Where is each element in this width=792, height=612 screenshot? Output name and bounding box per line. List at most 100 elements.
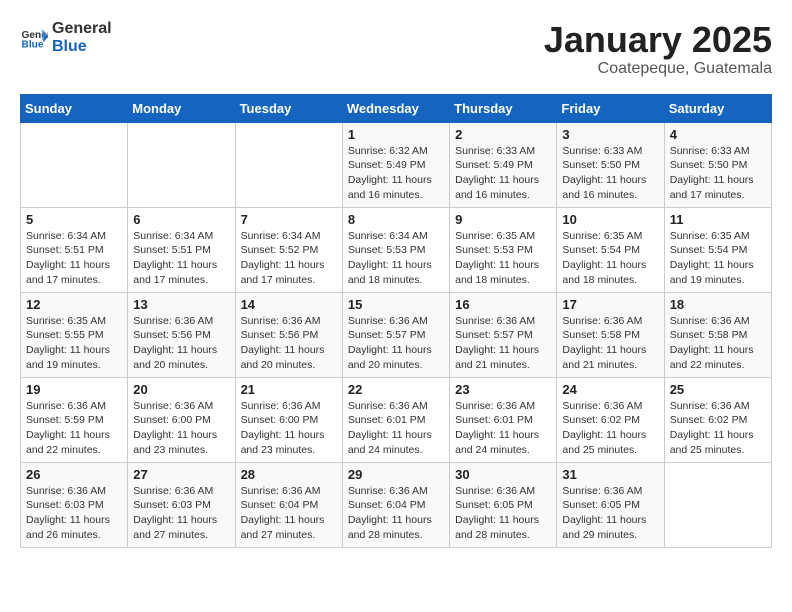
svg-text:Blue: Blue <box>22 39 44 50</box>
calendar-cell: 2 Sunrise: 6:33 AMSunset: 5:49 PMDaylight… <box>450 122 557 207</box>
day-number: 17 <box>562 297 658 312</box>
day-number: 21 <box>241 382 337 397</box>
day-number: 7 <box>241 212 337 227</box>
day-info: Sunrise: 6:34 AMSunset: 5:51 PMDaylight:… <box>26 229 122 288</box>
calendar-cell: 1Sunrise: 6:32 AMSunset: 5:49 PMDaylight… <box>342 122 449 207</box>
calendar-cell: 30 Sunrise: 6:36 AMSunset: 6:05 PMDayligh… <box>450 462 557 547</box>
calendar-title: January 2025 <box>544 20 772 60</box>
calendar-cell: 17 Sunrise: 6:36 AMSunset: 5:58 PMDayligh… <box>557 292 664 377</box>
day-number: 27 <box>133 467 229 482</box>
weekday-header-friday: Friday <box>557 94 664 122</box>
weekday-header-thursday: Thursday <box>450 94 557 122</box>
day-number: 20 <box>133 382 229 397</box>
calendar-cell: 3Sunrise: 6:33 AMSunset: 5:50 PMDaylight… <box>557 122 664 207</box>
calendar-cell: 14Sunrise: 6:36 AMSunset: 5:56 PMDayligh… <box>235 292 342 377</box>
weekday-header-monday: Monday <box>128 94 235 122</box>
weekday-header-wednesday: Wednesday <box>342 94 449 122</box>
logo-blue-text: Blue <box>52 38 112 56</box>
day-number: 8 <box>348 212 444 227</box>
weekday-header-sunday: Sunday <box>21 94 128 122</box>
day-info: Sunrise: 6:35 AMSunset: 5:54 PMDaylight:… <box>562 229 658 288</box>
calendar-cell: 20 Sunrise: 6:36 AMSunset: 6:00 PMDayligh… <box>128 377 235 462</box>
day-info: Sunrise: 6:36 AMSunset: 6:04 PMDaylight:… <box>348 484 444 543</box>
day-info: Sunrise: 6:35 AMSunset: 5:53 PMDaylight:… <box>455 229 551 288</box>
calendar-cell <box>235 122 342 207</box>
calendar-cell: 22Sunrise: 6:36 AMSunset: 6:01 PMDayligh… <box>342 377 449 462</box>
day-number: 29 <box>348 467 444 482</box>
calendar-cell: 5 Sunrise: 6:34 AMSunset: 5:51 PMDaylight… <box>21 207 128 292</box>
day-number: 23 <box>455 382 551 397</box>
day-info: Sunrise: 6:36 AMSunset: 6:03 PMDaylight:… <box>133 484 229 543</box>
day-info: Sunrise: 6:36 AMSunset: 5:56 PMDaylight:… <box>133 314 229 373</box>
day-info: Sunrise: 6:36 AMSunset: 6:04 PMDaylight:… <box>241 484 337 543</box>
day-number: 5 <box>26 212 122 227</box>
day-number: 13 <box>133 297 229 312</box>
day-info: Sunrise: 6:33 AMSunset: 5:49 PMDaylight:… <box>455 144 551 203</box>
day-info: Sunrise: 6:34 AMSunset: 5:53 PMDaylight:… <box>348 229 444 288</box>
day-info: Sunrise: 6:33 AMSunset: 5:50 PMDaylight:… <box>670 144 766 203</box>
day-info: Sunrise: 6:34 AMSunset: 5:52 PMDaylight:… <box>241 229 337 288</box>
calendar-cell <box>128 122 235 207</box>
day-info: Sunrise: 6:36 AMSunset: 5:59 PMDaylight:… <box>26 399 122 458</box>
day-number: 11 <box>670 212 766 227</box>
day-info: Sunrise: 6:36 AMSunset: 6:02 PMDaylight:… <box>562 399 658 458</box>
day-info: Sunrise: 6:36 AMSunset: 5:57 PMDaylight:… <box>348 314 444 373</box>
day-number: 28 <box>241 467 337 482</box>
day-number: 4 <box>670 127 766 142</box>
day-info: Sunrise: 6:36 AMSunset: 6:05 PMDaylight:… <box>455 484 551 543</box>
day-number: 31 <box>562 467 658 482</box>
calendar-week-row: 12 Sunrise: 6:35 AMSunset: 5:55 PMDayligh… <box>21 292 772 377</box>
day-number: 3 <box>562 127 658 142</box>
calendar-cell: 9 Sunrise: 6:35 AMSunset: 5:53 PMDaylight… <box>450 207 557 292</box>
day-number: 2 <box>455 127 551 142</box>
calendar-cell <box>664 462 771 547</box>
day-number: 18 <box>670 297 766 312</box>
logo: General Blue General Blue <box>20 20 112 55</box>
day-number: 12 <box>26 297 122 312</box>
calendar-cell: 25 Sunrise: 6:36 AMSunset: 6:02 PMDayligh… <box>664 377 771 462</box>
day-number: 9 <box>455 212 551 227</box>
title-block: January 2025 Coatepeque, Guatemala <box>544 20 772 78</box>
day-info: Sunrise: 6:35 AMSunset: 5:55 PMDaylight:… <box>26 314 122 373</box>
calendar-cell: 23 Sunrise: 6:36 AMSunset: 6:01 PMDayligh… <box>450 377 557 462</box>
logo-icon: General Blue <box>20 24 48 52</box>
day-info: Sunrise: 6:36 AMSunset: 6:02 PMDaylight:… <box>670 399 766 458</box>
day-info: Sunrise: 6:36 AMSunset: 6:00 PMDaylight:… <box>133 399 229 458</box>
calendar-cell: 16Sunrise: 6:36 AMSunset: 5:57 PMDayligh… <box>450 292 557 377</box>
day-info: Sunrise: 6:36 AMSunset: 5:58 PMDaylight:… <box>670 314 766 373</box>
day-info: Sunrise: 6:35 AMSunset: 5:54 PMDaylight:… <box>670 229 766 288</box>
day-info: Sunrise: 6:36 AMSunset: 5:57 PMDaylight:… <box>455 314 551 373</box>
day-number: 30 <box>455 467 551 482</box>
day-info: Sunrise: 6:36 AMSunset: 5:58 PMDaylight:… <box>562 314 658 373</box>
day-info: Sunrise: 6:36 AMSunset: 6:00 PMDaylight:… <box>241 399 337 458</box>
calendar-cell: 19 Sunrise: 6:36 AMSunset: 5:59 PMDayligh… <box>21 377 128 462</box>
day-number: 15 <box>348 297 444 312</box>
calendar-week-row: 19 Sunrise: 6:36 AMSunset: 5:59 PMDayligh… <box>21 377 772 462</box>
day-info: Sunrise: 6:36 AMSunset: 6:01 PMDaylight:… <box>455 399 551 458</box>
calendar-cell: 26Sunrise: 6:36 AMSunset: 6:03 PMDayligh… <box>21 462 128 547</box>
calendar-week-row: 26Sunrise: 6:36 AMSunset: 6:03 PMDayligh… <box>21 462 772 547</box>
calendar-cell: 8 Sunrise: 6:34 AMSunset: 5:53 PMDaylight… <box>342 207 449 292</box>
calendar-cell: 15 Sunrise: 6:36 AMSunset: 5:57 PMDayligh… <box>342 292 449 377</box>
weekday-header-row: SundayMondayTuesdayWednesdayThursdayFrid… <box>21 94 772 122</box>
calendar-cell: 18 Sunrise: 6:36 AMSunset: 5:58 PMDayligh… <box>664 292 771 377</box>
weekday-header-tuesday: Tuesday <box>235 94 342 122</box>
weekday-header-saturday: Saturday <box>664 94 771 122</box>
day-number: 24 <box>562 382 658 397</box>
calendar-cell: 13 Sunrise: 6:36 AMSunset: 5:56 PMDayligh… <box>128 292 235 377</box>
day-number: 14 <box>241 297 337 312</box>
calendar-location: Coatepeque, Guatemala <box>544 60 772 78</box>
calendar-week-row: 5 Sunrise: 6:34 AMSunset: 5:51 PMDaylight… <box>21 207 772 292</box>
day-number: 10 <box>562 212 658 227</box>
calendar-cell: 10 Sunrise: 6:35 AMSunset: 5:54 PMDayligh… <box>557 207 664 292</box>
day-info: Sunrise: 6:34 AMSunset: 5:51 PMDaylight:… <box>133 229 229 288</box>
day-number: 19 <box>26 382 122 397</box>
calendar-table: SundayMondayTuesdayWednesdayThursdayFrid… <box>20 94 772 548</box>
day-number: 25 <box>670 382 766 397</box>
calendar-cell: 6 Sunrise: 6:34 AMSunset: 5:51 PMDaylight… <box>128 207 235 292</box>
day-number: 1 <box>348 127 444 142</box>
calendar-cell: 28 Sunrise: 6:36 AMSunset: 6:04 PMDayligh… <box>235 462 342 547</box>
day-info: Sunrise: 6:36 AMSunset: 6:01 PMDaylight:… <box>348 399 444 458</box>
calendar-cell: 29 Sunrise: 6:36 AMSunset: 6:04 PMDayligh… <box>342 462 449 547</box>
day-number: 6 <box>133 212 229 227</box>
